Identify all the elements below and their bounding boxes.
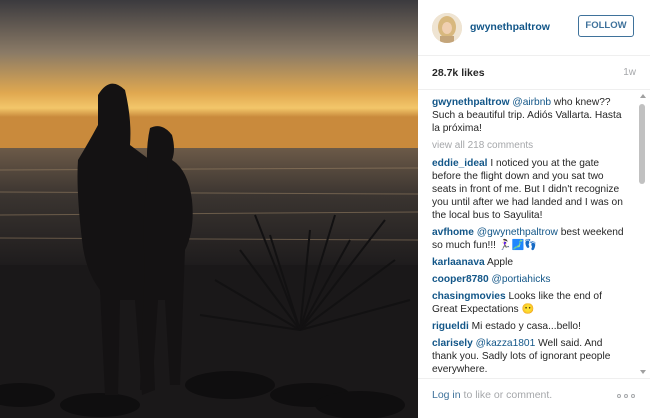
comment-text: Mi estado y casa...bello! [471,321,581,332]
caption-mention-link[interactable]: @airbnb [512,97,551,108]
comments-scrollbar[interactable] [639,104,645,184]
post-sidebar: gwynethpaltrow FOLLOW 28.7k likes 1w gwy… [418,0,650,418]
scroll-up-arrow-icon[interactable] [640,94,646,98]
comment-list: gwynethpaltrow @airbnb who knew?? Such a… [432,96,628,377]
profile-picture-icon [432,13,462,43]
avatar[interactable] [432,13,462,43]
post-photo[interactable] [0,0,418,418]
likes-count[interactable]: 28.7k likes [432,67,485,79]
comment-text: Apple [486,257,514,268]
caption: gwynethpaltrow @airbnb who knew?? Such a… [432,96,628,135]
view-all-comments-link[interactable]: view all 218 comments [432,139,628,152]
dot [617,394,621,398]
comment-username-link[interactable]: avfhome [432,227,474,238]
dot [631,394,635,398]
scroll-down-arrow-icon[interactable] [640,370,646,374]
caption-username-link[interactable]: gwynethpaltrow [432,97,510,108]
comment-mention-link[interactable]: @portiahicks [491,274,550,285]
comment-item: karlaanava Apple [432,256,628,269]
header-username-link[interactable]: gwynethpaltrow [470,21,550,33]
comment-username-link[interactable]: cooper8780 [432,274,489,285]
comment-item: avfhome @gwynethpaltrow best weekend so … [432,226,628,252]
comment-username-link[interactable]: eddie_ideal [432,158,488,169]
post-footer: Log in to like or comment. [418,378,650,418]
comment-item: chasingmovies Looks like the end of Grea… [432,290,628,316]
post-age[interactable]: 1w [623,67,636,78]
comment-mention-link[interactable]: @gwynethpaltrow [477,227,558,238]
dot [624,394,628,398]
comments-scroll-area[interactable]: gwynethpaltrow @airbnb who knew?? Such a… [418,89,650,377]
post-stats: 28.7k likes 1w [432,67,636,83]
comment-username-link[interactable]: chasingmovies [432,291,506,302]
follow-button[interactable]: FOLLOW [578,15,634,37]
comment-item: clarisely @kazza1801 Well said. And than… [432,337,628,376]
login-prompt: Log in to like or comment. [432,389,552,401]
comment-mention-link[interactable]: @kazza1801 [476,338,536,349]
comment-username-link[interactable]: karlaanava [432,257,485,268]
more-options-icon[interactable] [617,392,637,400]
login-link[interactable]: Log in [432,389,461,401]
post-header: gwynethpaltrow FOLLOW [418,0,650,56]
sunset-beach-image [0,0,418,418]
comment-username-link[interactable]: clarisely [432,338,473,349]
comment-item: rigueldi Mi estado y casa...bello! [432,320,628,333]
login-prompt-text: to like or comment. [460,389,553,401]
comment-item: eddie_ideal I noticed you at the gate be… [432,157,628,222]
comment-item: cooper8780 @portiahicks [432,273,628,286]
comment-username-link[interactable]: rigueldi [432,321,469,332]
